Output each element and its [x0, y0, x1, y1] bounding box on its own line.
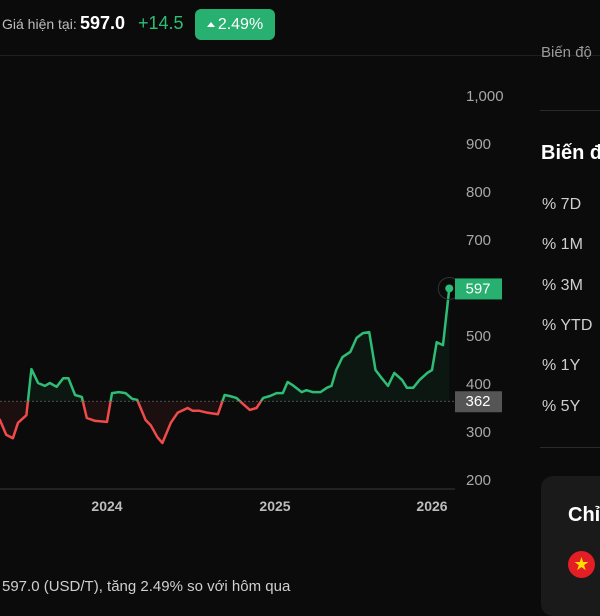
vietnam-flag-icon: ★	[568, 551, 595, 578]
last-point-marker	[445, 284, 454, 293]
x-tick-label: 2026	[416, 498, 447, 514]
price-line-above	[26, 288, 451, 402]
y-tick-label: 200	[466, 472, 491, 489]
info-card	[541, 476, 600, 616]
y-tick-label: 900	[466, 136, 491, 153]
x-tick-label: 2025	[259, 498, 290, 514]
period-1m: % 1M	[542, 236, 583, 253]
y-tick-label: 400	[466, 376, 491, 393]
price-summary: 597.0 (USD/T), tăng 2.49% so với hôm qua	[2, 578, 291, 595]
y-tick-label: 500	[466, 328, 491, 345]
area-below-baseline	[0, 401, 450, 443]
y-tick-label: 300	[466, 424, 491, 441]
price-chart[interactable]: 2003004005006007008009001,000 2024202520…	[0, 0, 600, 600]
volatility-heading: Biến đ	[541, 142, 600, 164]
price-line-below	[0, 401, 263, 445]
card-title: Chỉ	[568, 504, 600, 526]
y-tick-label: 700	[466, 232, 491, 249]
divider	[540, 110, 600, 111]
y-tick-label: 800	[466, 184, 491, 201]
period-1y: % 1Y	[542, 357, 581, 374]
last-price-label: 597	[465, 280, 490, 297]
period-7d: % 7D	[542, 196, 582, 213]
period-ytd: % YTD	[542, 317, 593, 334]
y-tick-label: 1,000	[466, 88, 504, 105]
baseline-label: 362	[465, 393, 490, 410]
volatility-heading-cut: Biến độ	[541, 44, 592, 61]
period-5y: % 5Y	[542, 398, 581, 415]
x-tick-label: 2024	[91, 498, 122, 514]
divider	[540, 447, 600, 448]
period-3m: % 3M	[542, 277, 583, 294]
area-above-baseline	[27, 288, 450, 402]
